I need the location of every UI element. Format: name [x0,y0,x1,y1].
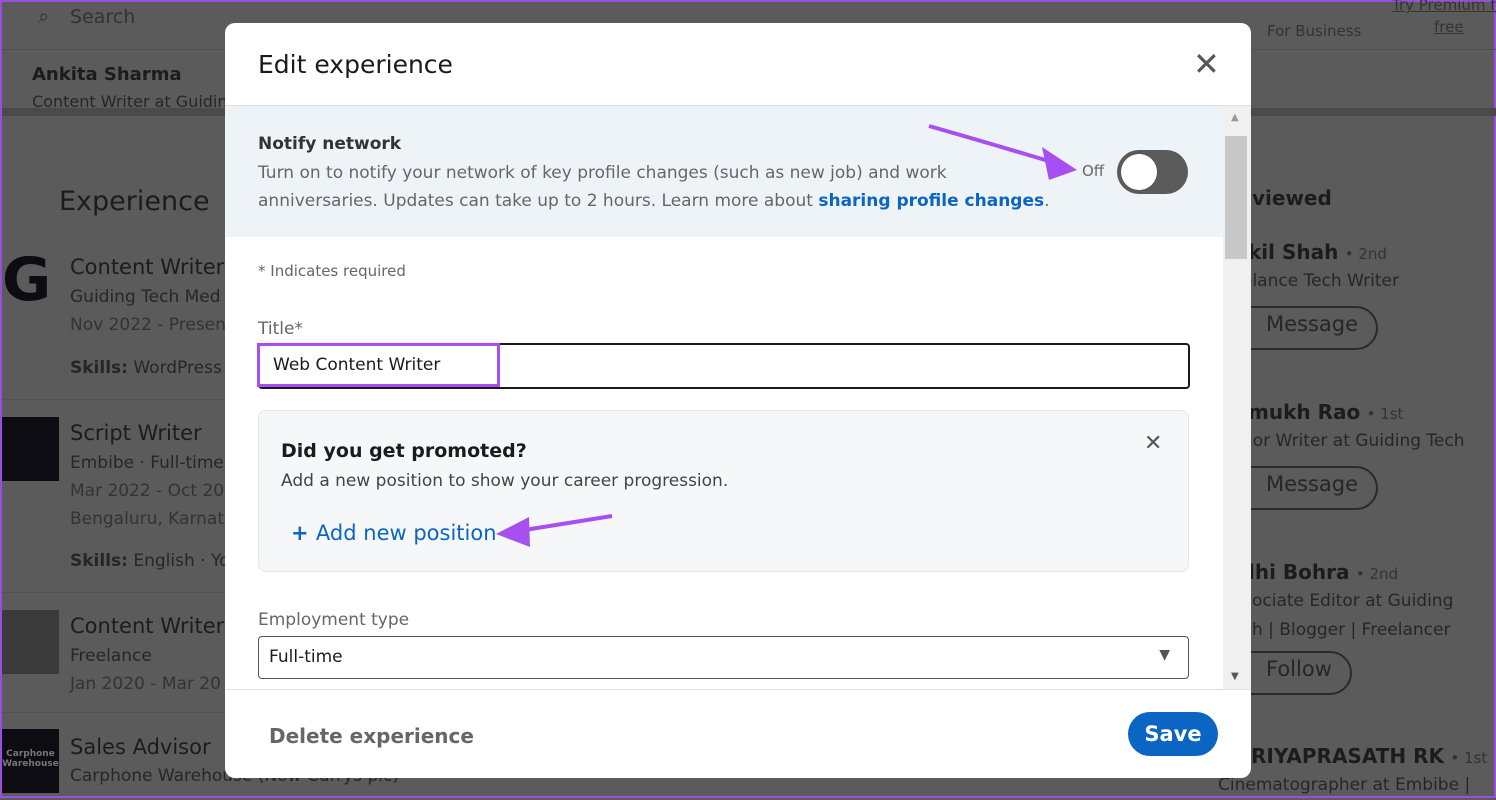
arrow-to-toggle [928,124,1077,180]
annotation-arrows [496,124,1077,547]
arrow-to-add-position [496,514,613,547]
